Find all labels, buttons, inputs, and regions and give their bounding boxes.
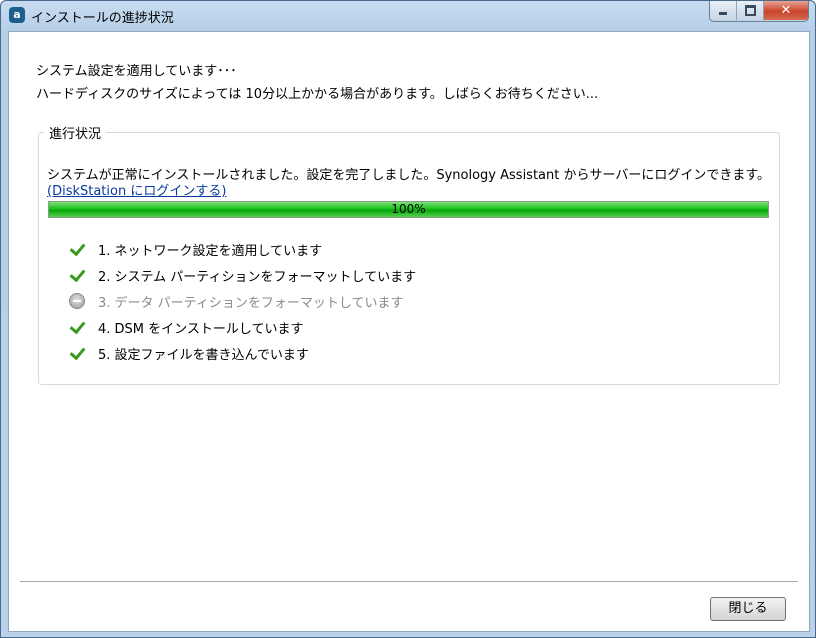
message-line-2: ハードディスクのサイズによっては 10分以上かかる場合があります。しばらくお待ち… bbox=[36, 87, 599, 102]
app-icon: a bbox=[9, 7, 25, 23]
step-item: 5. 設定ファイルを書き込んでいます bbox=[69, 340, 416, 366]
maximize-button[interactable] bbox=[737, 1, 764, 20]
window-title: インストールの進捗状況 bbox=[31, 11, 174, 26]
step-item: 1. ネットワーク設定を適用しています bbox=[69, 236, 416, 262]
check-icon bbox=[69, 267, 85, 283]
step-label: 4. DSM をインストールしています bbox=[98, 321, 304, 337]
close-button[interactable]: 閉じる bbox=[710, 597, 786, 621]
step-label: 2. システム パーティションをフォーマットしています bbox=[98, 269, 417, 285]
progress-percent: 100% bbox=[391, 202, 426, 216]
check-icon bbox=[69, 319, 85, 335]
window-controls: ✕ bbox=[709, 1, 809, 22]
step-label: 1. ネットワーク設定を適用しています bbox=[98, 243, 323, 259]
dialog-body: システム設定を適用しています･･･ ハードディスクのサイズによっては 10分以上… bbox=[8, 31, 810, 632]
skip-icon bbox=[69, 293, 85, 309]
diskstation-login-link[interactable]: (DiskStation にログインする) bbox=[47, 180, 226, 199]
step-item: 2. システム パーティションをフォーマットしています bbox=[69, 262, 416, 288]
close-icon: ✕ bbox=[780, 3, 792, 18]
minimize-button[interactable] bbox=[710, 1, 737, 20]
close-window-button[interactable]: ✕ bbox=[764, 1, 808, 20]
step-label: 5. 設定ファイルを書き込んでいます bbox=[98, 347, 309, 363]
footer-divider bbox=[20, 581, 798, 582]
step-label: 3. データ パーティションをフォーマットしています bbox=[98, 295, 404, 311]
check-icon bbox=[69, 241, 85, 257]
step-item: 4. DSM をインストールしています bbox=[69, 314, 416, 340]
title-bar[interactable]: a インストールの進捗状況 ✕ bbox=[1, 1, 815, 31]
check-icon bbox=[69, 345, 85, 361]
progress-group-legend: 進行状況 bbox=[44, 123, 107, 142]
message-line-1: システム設定を適用しています･･･ bbox=[36, 64, 237, 79]
install-progress-window: a インストールの進捗状況 ✕ システム設定を適用しています･･･ ハードディス… bbox=[0, 0, 816, 638]
step-item: 3. データ パーティションをフォーマットしています bbox=[69, 288, 416, 314]
progress-bar: 100% bbox=[48, 201, 769, 218]
step-list: 1. ネットワーク設定を適用しています 2. システム パーティションをフォーマ… bbox=[69, 236, 416, 366]
